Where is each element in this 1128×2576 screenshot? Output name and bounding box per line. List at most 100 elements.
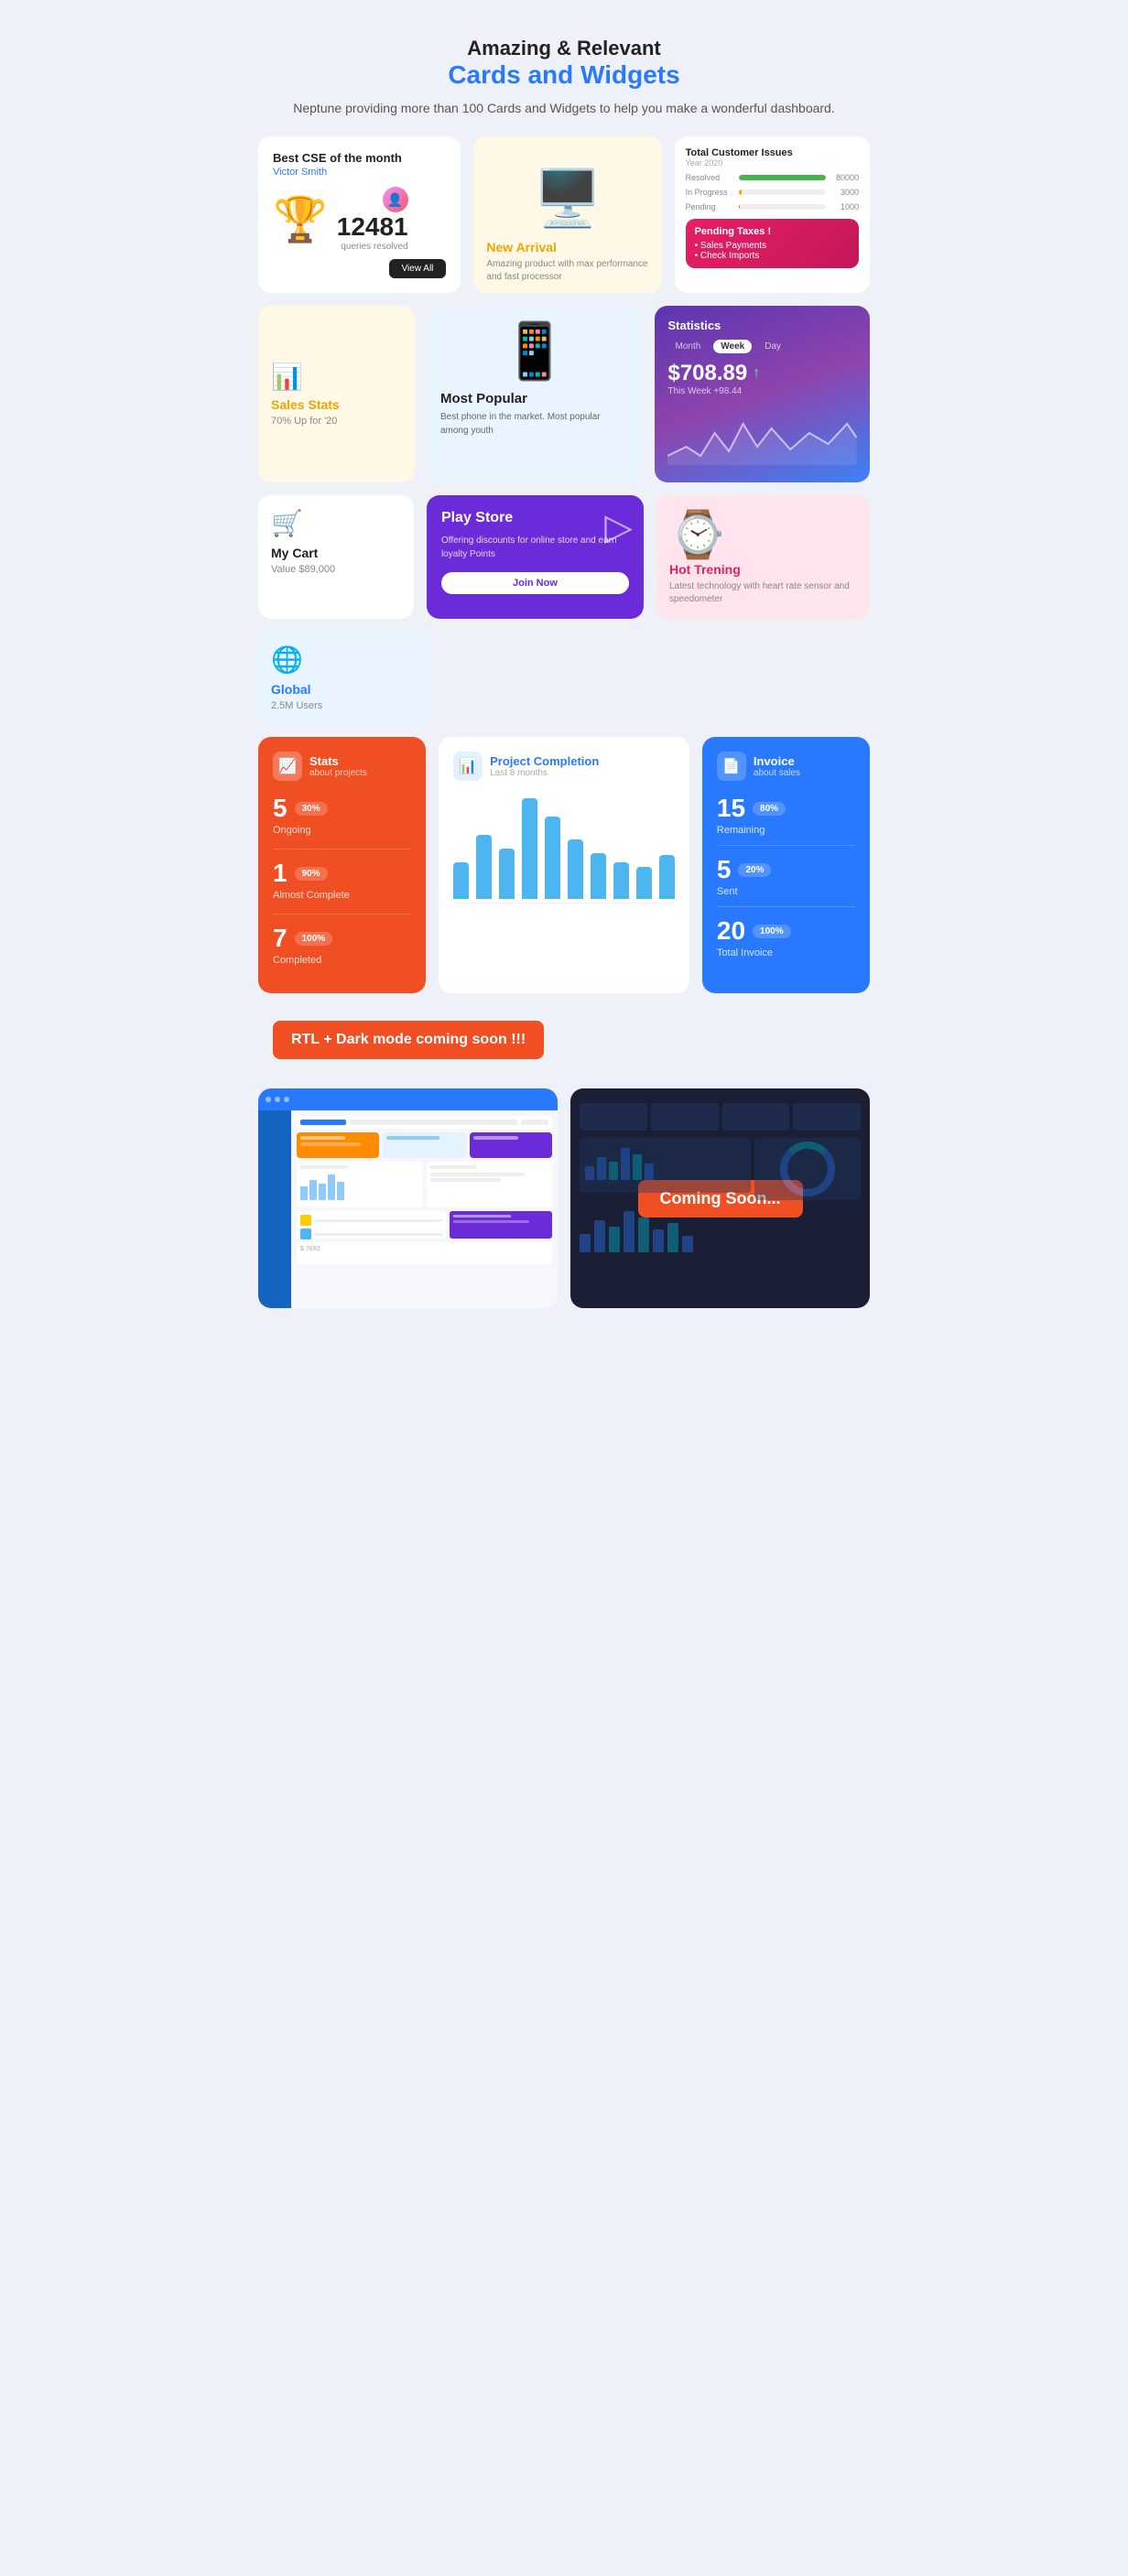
invoice-stat: 20 100% Total Invoice: [717, 916, 855, 958]
stats-project-stat: 1 90% Almost Complete: [273, 859, 411, 901]
hot-trending-title: Hot Trening: [669, 562, 741, 577]
row-2: 📊 Sales Stats 70% Up for '20 📱 Most Popu…: [244, 306, 884, 495]
sp-badge: 100%: [295, 932, 333, 946]
card-phone: 📱 Most Popular Best phone in the market.…: [428, 306, 643, 482]
tab-week[interactable]: Week: [713, 340, 752, 353]
tab-month[interactable]: Month: [667, 340, 708, 353]
invoice-stat: 5 20% Sent: [717, 855, 855, 897]
stats-projects-subtitle: about projects: [309, 768, 367, 778]
project-completion-subtitle: Last 8 months: [490, 768, 599, 778]
stats-projects-stats: 5 30% Ongoing 1 90% Almost Complete 7 10…: [273, 794, 411, 966]
stats-amount: $708.89 ↑: [667, 361, 857, 386]
page-header: Amazing & Relevant Cards and Widgets Nep…: [244, 0, 884, 136]
ldm-dot-2: [275, 1097, 280, 1102]
stats-projects-icon: 📈: [273, 752, 302, 781]
ldm-dot-1: [266, 1097, 271, 1102]
invoice-stat: 15 80% Remaining: [717, 794, 855, 836]
card-cart: 🛒 My Cart Value $89,000: [258, 495, 414, 619]
inv-label: Total Invoice: [717, 947, 855, 958]
project-completion-icon: 📊: [453, 752, 483, 781]
inv-badge: 80%: [753, 802, 786, 816]
stats-project-stat: 7 100% Completed: [273, 924, 411, 966]
issue-value: 3000: [831, 188, 859, 197]
new-arrival-desc: Amazing product with max performance and…: [486, 258, 648, 284]
cse-title: Best CSE of the month: [273, 151, 446, 165]
bar-fill: [522, 798, 537, 899]
card-customer-issues: Total Customer Issues Year 2020 Resolved…: [675, 136, 870, 293]
issue-label: Resolved: [686, 173, 733, 182]
inv-label: Sent: [717, 886, 855, 897]
view-all-button[interactable]: View All: [389, 259, 447, 278]
card-hot-trending: ⌚ Hot Trening Latest technology with hea…: [656, 495, 870, 619]
playstore-title: Play Store: [441, 510, 629, 526]
sp-label: Ongoing: [273, 825, 411, 836]
customer-issues-year: Year 2020: [686, 158, 859, 168]
inv-number: 5 20%: [717, 855, 855, 884]
sp-divider: [273, 914, 411, 915]
computer-icon: 🖥️: [534, 166, 602, 231]
global-users: 2.5M Users: [271, 700, 418, 711]
card-statistics: Statistics Month Week Day $708.89 ↑ This…: [655, 306, 870, 482]
watch-icon: ⌚: [669, 508, 726, 562]
invoice-subtitle: about sales: [754, 768, 800, 778]
ldm-body: $ 7692: [258, 1110, 558, 1308]
ldm-sidebar: [258, 1110, 291, 1308]
bar-column: [636, 867, 652, 899]
bar-fill: [591, 853, 606, 899]
issue-label: Pending: [686, 202, 733, 211]
cse-number: 12481: [337, 212, 408, 242]
phone-icon: 📱: [501, 319, 569, 384]
issue-value: 1000: [831, 202, 859, 211]
bar-fill: [659, 855, 675, 899]
playstore-join-button[interactable]: Join Now: [441, 572, 629, 594]
sp-number: 1 90%: [273, 859, 411, 888]
cart-value: Value $89,000: [271, 564, 401, 575]
sales-sub: 70% Up for '20: [271, 416, 402, 427]
header-title: Amazing & Relevant: [262, 37, 866, 60]
invoice-icon: 📄: [717, 752, 746, 781]
card-cse: Best CSE of the month Victor Smith 🏆 👤 1…: [258, 136, 461, 293]
bar-column: [453, 862, 469, 899]
issue-row: Resolved 80000: [686, 173, 859, 182]
bar-fill: [568, 839, 583, 899]
cse-sub: queries resolved: [341, 242, 407, 252]
invoice-title: Invoice: [754, 754, 800, 768]
dashboard-preview: $ 7692: [244, 1088, 884, 1326]
issue-bars-container: Resolved 80000 In Progress 3000 Pending …: [686, 173, 859, 211]
stats-week: This Week +98.44: [667, 386, 857, 396]
tab-day[interactable]: Day: [757, 340, 788, 353]
wave-chart: [667, 406, 857, 465]
cart-icon: 🛒: [271, 508, 401, 538]
bar-fill: [453, 862, 469, 899]
header-subtitle: Cards and Widgets: [262, 60, 866, 90]
issue-row: In Progress 3000: [686, 188, 859, 197]
issue-bar-fill: [739, 175, 826, 180]
cse-avatar: 👤: [383, 187, 408, 212]
issue-bar-fill: [739, 204, 740, 210]
sp-number: 7 100%: [273, 924, 411, 953]
bar-column: [522, 798, 537, 899]
invoice-stats: 15 80% Remaining 5 20% Sent 20 100% Tota…: [717, 794, 855, 958]
dashboard-light-preview: $ 7692: [258, 1088, 558, 1308]
sales-title: Sales Stats: [271, 397, 402, 412]
card-sales-stats: 📊 Sales Stats 70% Up for '20: [258, 306, 415, 482]
bar-fill: [613, 862, 629, 899]
stats-tabs: Month Week Day: [667, 340, 857, 353]
bar-column: [613, 862, 629, 899]
issue-bar-bg: [739, 175, 826, 180]
bar-column: [591, 853, 606, 899]
rtl-banner-text: RTL + Dark mode coming soon !!!: [291, 1032, 526, 1047]
card-stats-projects: 📈 Stats about projects 5 30% Ongoing 1 9…: [258, 737, 426, 993]
inv-label: Remaining: [717, 825, 855, 836]
header-description: Neptune providing more than 100 Cards an…: [262, 99, 866, 118]
issue-bar-fill: [739, 189, 743, 195]
row-5: 📈 Stats about projects 5 30% Ongoing 1 9…: [244, 737, 884, 1006]
bar-fill: [476, 835, 492, 899]
issue-bar-bg: [739, 204, 826, 210]
inv-number: 20 100%: [717, 916, 855, 946]
global-icon: 🌐: [271, 644, 418, 675]
card-project-completion: 📊 Project Completion Last 8 months: [439, 737, 689, 993]
dashboard-dark-preview: Coming Soon...: [570, 1088, 870, 1308]
new-arrival-title: New Arrival: [486, 240, 648, 254]
bar-fill: [499, 849, 515, 899]
